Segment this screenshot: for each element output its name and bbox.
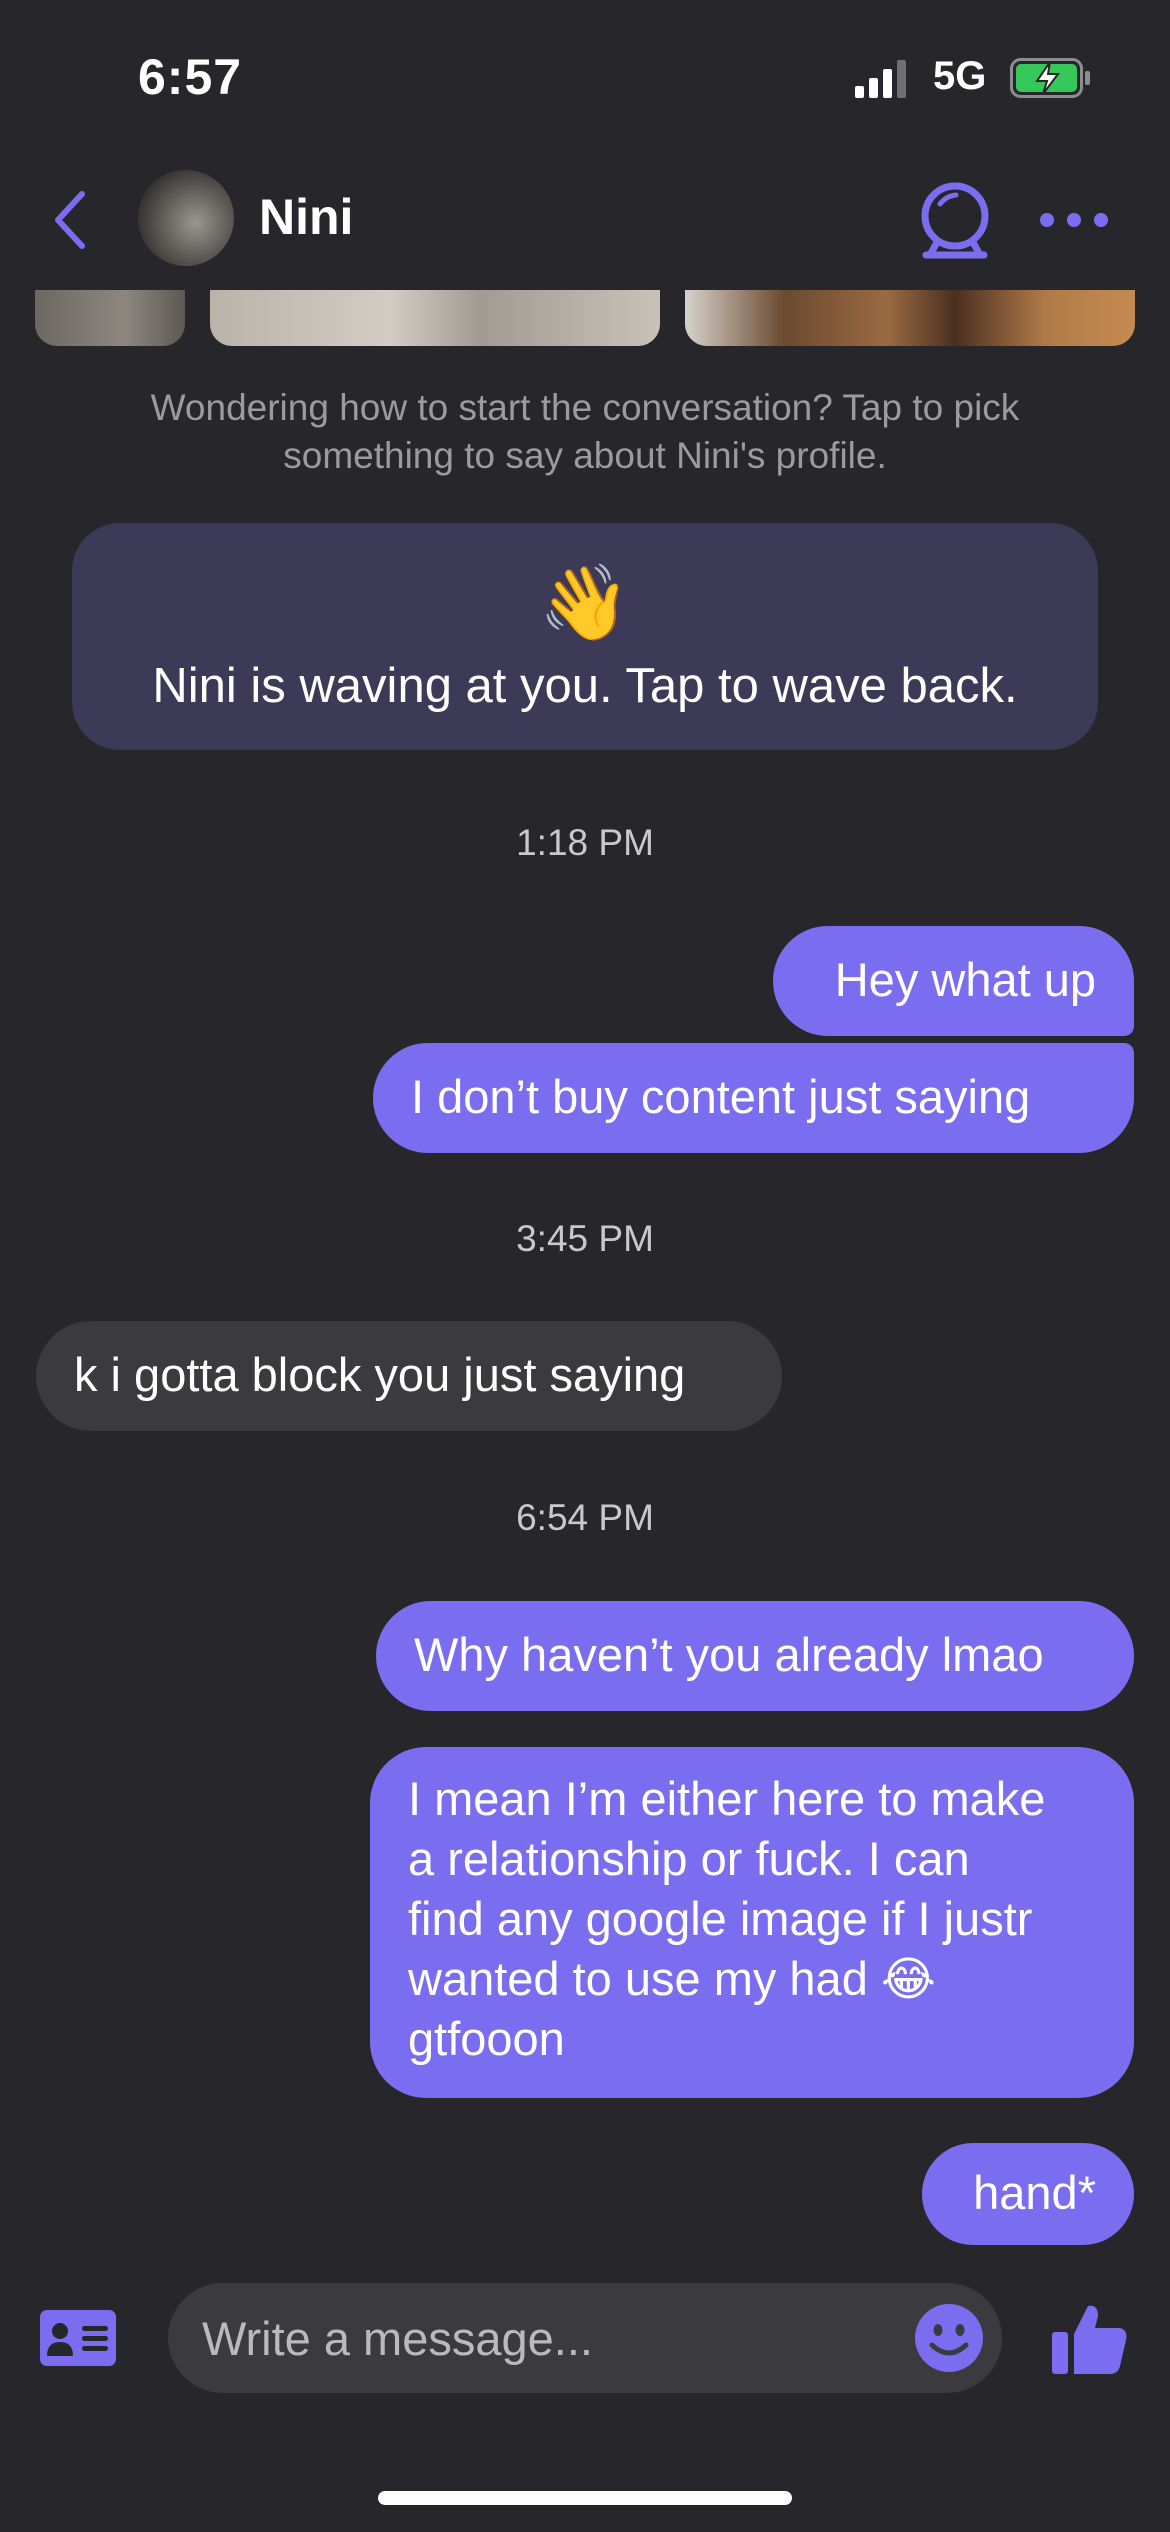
profile-card-icon[interactable]: [40, 2310, 116, 2366]
avatar[interactable]: [138, 170, 234, 266]
emoji-smiley-icon[interactable]: [914, 2303, 984, 2373]
timestamp: 6:54 PM: [516, 1497, 654, 1538]
home-indicator: [378, 2491, 792, 2505]
message-input-placeholder: Write a message...: [202, 2312, 593, 2365]
timestamp: 1:18 PM: [516, 822, 654, 863]
outgoing-message[interactable]: I don’t buy content just saying: [373, 1043, 1134, 1153]
message-line: wanted to use my had 😂: [408, 1952, 936, 2005]
message-line: I mean I’m either here to make: [408, 1772, 1046, 1825]
outgoing-message[interactable]: Why haven’t you already lmao: [376, 1601, 1134, 1711]
wave-back-card[interactable]: 👋 Nini is waving at you. Tap to wave bac…: [72, 523, 1098, 750]
signal-strength-icon: [855, 60, 906, 98]
timestamp: 3:45 PM: [516, 1218, 654, 1259]
message-input[interactable]: Write a message...: [168, 2283, 1002, 2393]
incoming-message[interactable]: k i gotta block you just saying: [36, 1321, 782, 1431]
outgoing-message[interactable]: I mean I’m either here to make a relatio…: [370, 1747, 1134, 2098]
waving-hand-icon: 👋: [538, 561, 632, 644]
battery-charging-icon: [1010, 58, 1090, 98]
sparkle-ball-icon[interactable]: [914, 182, 996, 260]
profile-photo-thumbnail[interactable]: [210, 290, 660, 346]
thumbs-up-icon[interactable]: [1050, 2300, 1128, 2376]
message-line: a relationship or fuck. I can: [408, 1832, 970, 1885]
more-dots-icon[interactable]: [1038, 200, 1110, 240]
network-type-label: 5G: [933, 54, 987, 98]
conversation-starter-hint[interactable]: Wondering how to start the conversation?…: [80, 384, 1090, 480]
message-line: gtfooon: [408, 2012, 565, 2065]
contact-name[interactable]: Nini: [259, 188, 353, 246]
profile-photo-thumbnail[interactable]: [685, 290, 1135, 346]
status-time: 6:57: [138, 49, 243, 105]
outgoing-message[interactable]: Hey what up: [773, 926, 1134, 1036]
back-chevron-icon[interactable]: [50, 190, 90, 250]
outgoing-message[interactable]: hand*: [922, 2143, 1134, 2245]
profile-photo-thumbnail[interactable]: [35, 290, 185, 346]
wave-card-text: Nini is waving at you. Tap to wave back.: [152, 659, 1018, 713]
message-line: find any google image if I justr: [408, 1892, 1033, 1945]
